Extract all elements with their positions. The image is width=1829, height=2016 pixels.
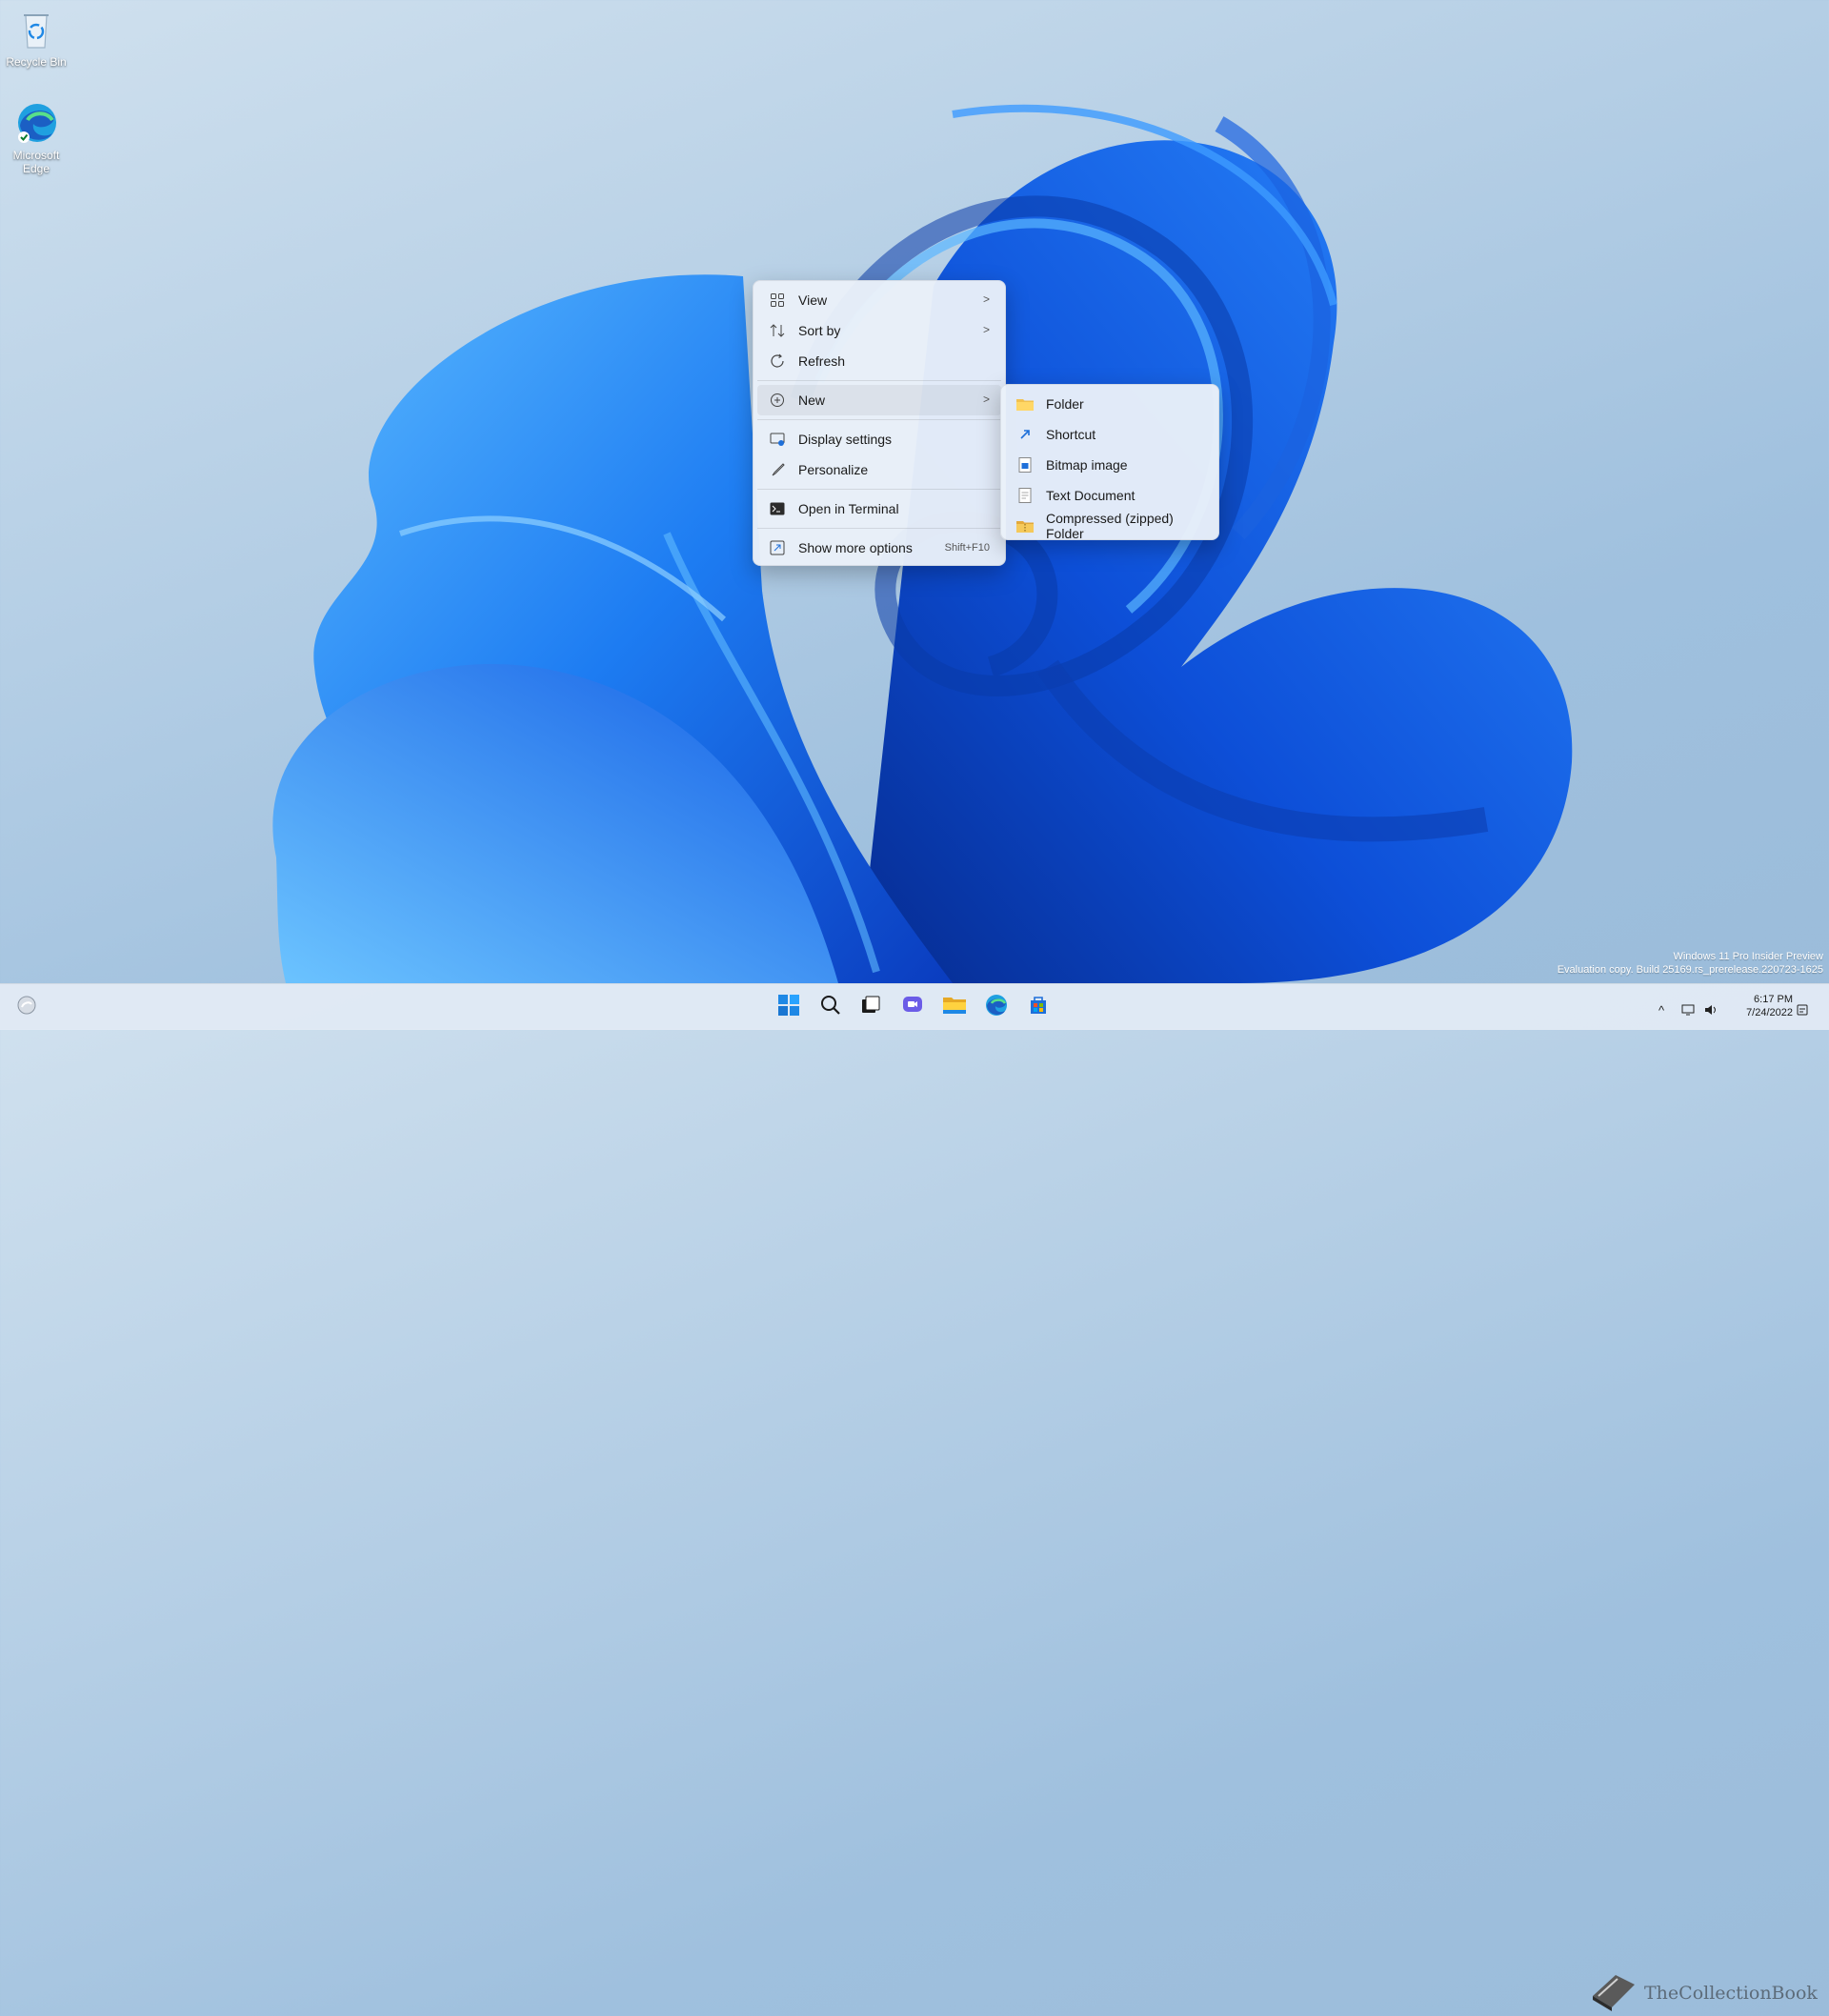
start-icon: [777, 994, 800, 1021]
overlay-watermark-text: TheCollectionBook: [1644, 1983, 1818, 2004]
submenu-item-label: Bitmap image: [1046, 457, 1128, 473]
clock-date: 7/24/2022: [1746, 1007, 1793, 1018]
store-icon: [1028, 995, 1049, 1020]
keyboard-shortcut: Shift+F10: [944, 542, 990, 554]
display-settings-icon: [769, 431, 786, 448]
submenu-item-label: Shortcut: [1046, 427, 1096, 442]
file-explorer-button[interactable]: [939, 992, 970, 1022]
new-submenu: Folder Shortcut Bitmap image Text Docume…: [1000, 384, 1219, 541]
submenu-item-compressed-folder[interactable]: Compressed (zipped) Folder: [1005, 511, 1215, 541]
desktop-icon-edge[interactable]: Microsoft Edge: [0, 101, 72, 175]
store-button[interactable]: [1023, 992, 1054, 1022]
menu-item-label: Sort by: [798, 323, 841, 338]
chat-icon: [901, 995, 924, 1020]
text-document-icon: [1016, 487, 1034, 504]
menu-item-label: Personalize: [798, 462, 869, 477]
submenu-item-text-document[interactable]: Text Document: [1005, 480, 1215, 511]
menu-item-label: Show more options: [798, 540, 913, 555]
clock-time: 6:17 PM: [1754, 994, 1793, 1005]
menu-item-display-settings[interactable]: Display settings: [757, 424, 1001, 454]
taskbar-clock[interactable]: 6:17 PM 7/24/2022: [1746, 993, 1793, 1019]
search-button[interactable]: [815, 992, 846, 1022]
menu-item-refresh[interactable]: Refresh: [757, 346, 1001, 376]
desktop-icon-label: Recycle Bin: [6, 55, 67, 69]
menu-item-new[interactable]: New >: [757, 385, 1001, 415]
recycle-bin-icon: [14, 8, 58, 51]
submenu-item-label: Folder: [1046, 396, 1084, 412]
menu-item-label: Refresh: [798, 353, 846, 369]
evaluation-watermark: Windows 11 Pro Insider Preview Evaluatio…: [1558, 950, 1823, 977]
search-icon: [820, 995, 841, 1020]
volume-icon[interactable]: [1703, 1002, 1718, 1018]
submenu-item-label: Text Document: [1046, 488, 1136, 503]
refresh-icon: [769, 353, 786, 370]
menu-separator: [757, 489, 1001, 490]
more-options-icon: [769, 539, 786, 556]
book-icon: [1587, 1967, 1638, 2016]
desktop-icon-label: Microsoft Edge: [12, 149, 60, 175]
submenu-item-folder[interactable]: Folder: [1005, 389, 1215, 419]
watermark-line-1: Windows 11 Pro Insider Preview: [1673, 951, 1823, 962]
taskbar: TheCollectionBook: [0, 983, 1829, 2011]
new-plus-icon: [769, 392, 786, 409]
menu-item-personalize[interactable]: Personalize: [757, 454, 1001, 485]
menu-item-show-more-options[interactable]: Show more options Shift+F10: [757, 533, 1001, 563]
widgets-icon: [16, 995, 37, 1020]
menu-separator: [757, 419, 1001, 420]
bitmap-icon: [1016, 456, 1034, 474]
menu-item-view[interactable]: View >: [757, 285, 1001, 315]
overlay-watermark-logo: TheCollectionBook: [1587, 1966, 1818, 2016]
menu-item-label: View: [798, 292, 828, 308]
task-view-icon: [860, 995, 881, 1020]
folder-icon: [1016, 395, 1034, 413]
zip-folder-icon: [1016, 517, 1034, 534]
chevron-right-icon: >: [982, 323, 990, 336]
menu-separator: [757, 380, 1001, 381]
edge-icon: [985, 994, 1008, 1021]
widgets-button[interactable]: [11, 992, 42, 1022]
chat-button[interactable]: [897, 992, 928, 1022]
show-hidden-icons-chevron-up-icon[interactable]: ^: [1654, 1002, 1669, 1018]
menu-item-open-in-terminal[interactable]: Open in Terminal: [757, 494, 1001, 524]
desktop-context-menu: View > Sort by > Refresh New > Display s…: [753, 280, 1006, 566]
watermark-line-2: Evaluation copy. Build 25169.rs_prerelea…: [1557, 964, 1823, 976]
start-button[interactable]: [774, 992, 804, 1022]
task-view-button[interactable]: [855, 992, 886, 1022]
file-explorer-icon: [942, 995, 967, 1020]
menu-item-label: Open in Terminal: [798, 501, 899, 516]
desktop-icon-recycle-bin[interactable]: Recycle Bin: [0, 8, 72, 69]
submenu-item-shortcut[interactable]: Shortcut: [1005, 419, 1215, 450]
submenu-item-bitmap-image[interactable]: Bitmap image: [1005, 450, 1215, 480]
submenu-item-label: Compressed (zipped) Folder: [1046, 511, 1174, 541]
menu-item-label: Display settings: [798, 432, 893, 447]
shortcut-icon: [1016, 426, 1034, 443]
menu-item-sort-by[interactable]: Sort by >: [757, 315, 1001, 346]
edge-taskbar-button[interactable]: [981, 992, 1012, 1022]
network-icon[interactable]: [1680, 1002, 1696, 1018]
terminal-icon: [769, 500, 786, 517]
edge-icon: [14, 101, 58, 145]
menu-separator: [757, 528, 1001, 529]
chevron-right-icon: >: [982, 292, 990, 306]
menu-item-label: New: [798, 393, 826, 408]
sort-icon: [769, 322, 786, 339]
chevron-right-icon: >: [982, 393, 990, 406]
view-grid-icon: [769, 292, 786, 309]
personalize-brush-icon: [769, 461, 786, 478]
notification-icon[interactable]: [1795, 1002, 1810, 1018]
